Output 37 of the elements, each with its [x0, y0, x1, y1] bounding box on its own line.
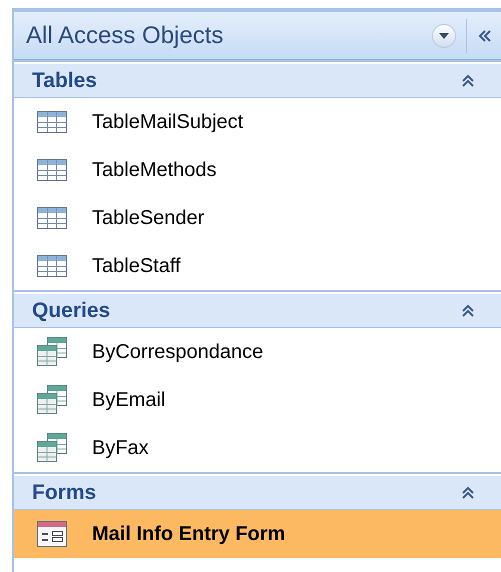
caret-icon — [439, 32, 449, 38]
object-label: ByFax — [92, 436, 149, 461]
group-header[interactable]: Tables — [14, 64, 501, 98]
query-icon — [37, 337, 67, 367]
table-icon — [37, 207, 67, 229]
table-icon — [37, 159, 67, 181]
object-item[interactable]: ByCorrespondance — [14, 328, 501, 376]
table-icon — [37, 255, 67, 277]
group-label: Forms — [32, 480, 98, 506]
query-icon — [37, 385, 67, 415]
object-label: TableSender — [92, 206, 204, 231]
group-label: Queries — [32, 298, 112, 324]
pane-title: All Access Objects — [26, 20, 224, 50]
group-header[interactable]: Queries — [14, 294, 501, 328]
object-item[interactable]: TableSender — [14, 194, 501, 242]
object-label: TableMailSubject — [92, 110, 244, 135]
object-label: ByCorrespondance — [92, 340, 264, 365]
object-label: Mail Info Entry Form — [92, 522, 286, 547]
object-item[interactable]: TableMailSubject — [14, 98, 501, 146]
object-label: TableMethods — [92, 158, 217, 183]
collapse-icon[interactable] — [461, 486, 475, 500]
object-item[interactable]: TableStaff — [14, 242, 501, 290]
object-label: ByEmail — [92, 388, 166, 413]
collapse-icon[interactable] — [461, 74, 475, 88]
table-icon — [37, 111, 67, 133]
collapse-icon[interactable] — [461, 304, 475, 318]
double-chevron-icon — [478, 30, 492, 42]
dropdown-button[interactable] — [432, 24, 456, 48]
group-header[interactable]: Forms — [14, 476, 501, 510]
object-item[interactable]: Mail Info Entry Form — [14, 510, 501, 558]
object-item[interactable]: ByEmail — [14, 376, 501, 424]
object-item[interactable]: TableMethods — [14, 146, 501, 194]
query-icon — [37, 433, 67, 463]
object-label: TableStaff — [92, 254, 181, 279]
object-item[interactable]: ByFax — [14, 424, 501, 472]
form-icon — [37, 521, 67, 547]
group-label: Tables — [32, 68, 98, 94]
